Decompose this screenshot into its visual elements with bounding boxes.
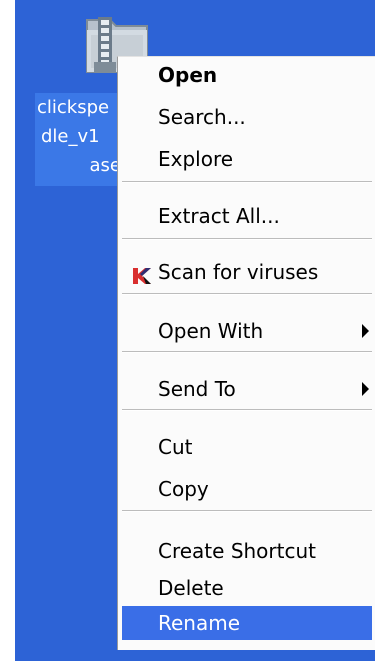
submenu-arrow-icon	[362, 324, 369, 338]
file-name-line: dle_v1	[41, 126, 100, 147]
menu-item-label: Scan for viruses	[158, 260, 319, 284]
menu-item-label: Cut	[158, 435, 193, 459]
menu-item-label: Rename	[158, 611, 241, 635]
menu-item-create-shortcut[interactable]: Create Shortcut	[122, 534, 372, 568]
menu-item-label: Open	[158, 63, 218, 87]
menu-separator	[122, 351, 372, 353]
menu-separator	[122, 181, 372, 183]
menu-item-open[interactable]: Open	[122, 58, 372, 92]
menu-item-label: Copy	[158, 477, 209, 501]
menu-item-open-with[interactable]: Open With	[122, 314, 372, 348]
menu-item-copy[interactable]: Copy	[122, 472, 372, 506]
menu-item-cut[interactable]: Cut	[122, 430, 372, 464]
context-menu: Open Search... Explore Extract All... Sc…	[117, 56, 375, 650]
file-name-line: ase	[89, 155, 121, 176]
submenu-arrow-icon	[362, 382, 369, 396]
menu-item-delete[interactable]: Delete	[122, 571, 372, 605]
screen: clickspe dle_v1 ase Open Search... Explo…	[0, 0, 375, 661]
menu-item-extract-all[interactable]: Extract All...	[122, 199, 372, 233]
menu-item-label: Delete	[158, 576, 224, 600]
menu-separator	[122, 293, 372, 295]
menu-item-label: Search...	[158, 105, 246, 129]
menu-separator	[122, 238, 372, 240]
menu-item-label: Open With	[158, 319, 264, 343]
file-name-line: clickspe	[37, 97, 110, 118]
kaspersky-icon	[131, 262, 153, 284]
menu-item-label: Create Shortcut	[158, 539, 316, 563]
menu-item-scan-for-viruses[interactable]: Scan for viruses	[122, 255, 372, 289]
menu-item-search[interactable]: Search...	[122, 100, 372, 134]
file-name-label[interactable]: clickspe dle_v1 ase	[35, 93, 121, 186]
menu-item-explore[interactable]: Explore	[122, 142, 372, 176]
menu-item-label: Extract All...	[158, 204, 280, 228]
menu-item-rename[interactable]: Rename	[122, 606, 372, 640]
menu-item-send-to[interactable]: Send To	[122, 372, 372, 406]
menu-item-label: Send To	[158, 377, 236, 401]
menu-separator	[122, 510, 372, 512]
menu-item-label: Explore	[158, 147, 234, 171]
menu-separator	[122, 409, 372, 411]
